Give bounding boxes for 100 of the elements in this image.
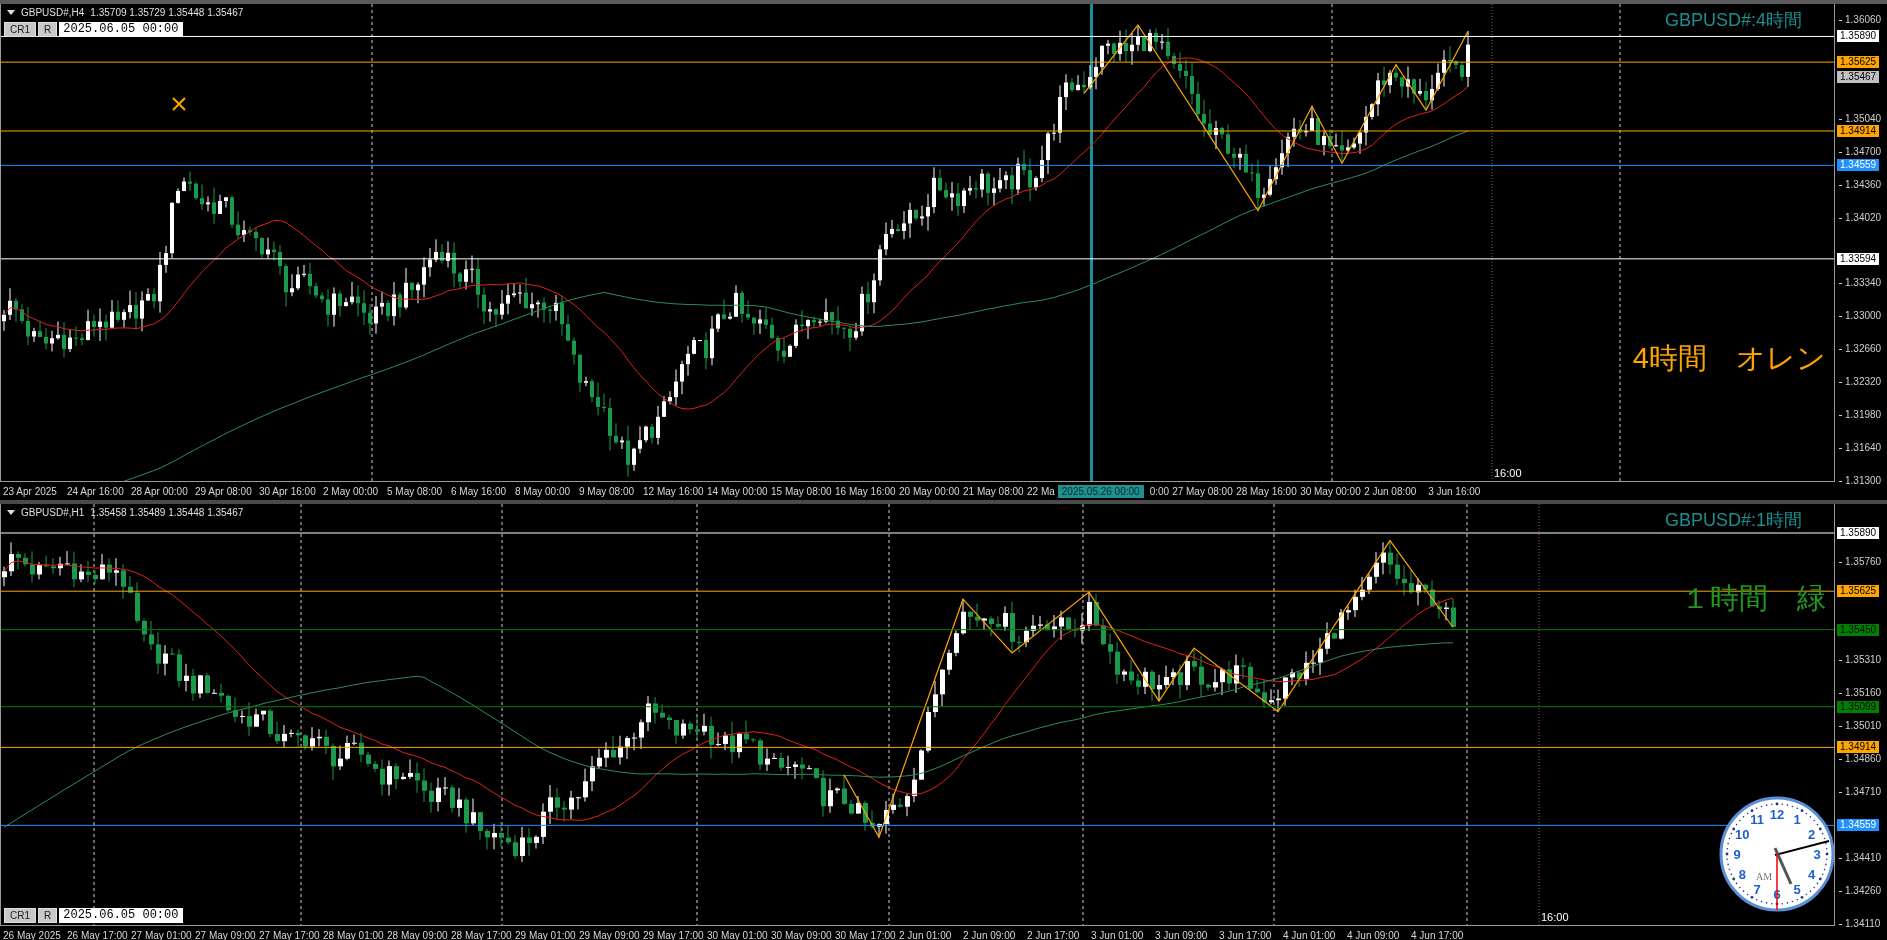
time-label: 26 May 2025 — [2, 929, 62, 940]
time-label: 29 May 09:00 — [578, 929, 640, 940]
time-label: 15 May 08:00 — [770, 485, 832, 497]
price-tick: 1.34860 — [1839, 753, 1882, 766]
price-tick: 1.35310 — [1839, 654, 1882, 667]
time-label: 3 Jun 17:00 — [1218, 929, 1273, 940]
time-label: 3 Jun 16:00 — [1427, 485, 1482, 497]
time-label: 2 Jun 09:00 — [962, 929, 1017, 940]
time-label: 2 Jun 01:00 — [898, 929, 953, 940]
price-tick: 1.36060 — [1839, 14, 1882, 26]
price-tick: 1.34710 — [1839, 786, 1882, 799]
time-label: 27 May 17:00 — [258, 929, 320, 940]
price-tick: 1.35010 — [1839, 720, 1882, 733]
time-label: 22 Ma — [1026, 485, 1055, 497]
time-label: 30 May 09:00 — [770, 929, 832, 940]
time-label: 26 May 17:00 — [66, 929, 128, 940]
price-tick: 1.33340 — [1839, 277, 1882, 290]
time-label: 2 May 00:00 — [322, 485, 380, 497]
time-label: 4 Jun 09:00 — [1346, 929, 1401, 940]
price-tick: 1.32320 — [1839, 376, 1882, 389]
clock-numeral: 10 — [1735, 827, 1750, 842]
time-label: 2 Jun 08:00 — [1363, 485, 1418, 497]
price-tick: 1.34410 — [1839, 852, 1882, 865]
price-line-label: 1.35625 — [1837, 56, 1880, 69]
clock-numeral: 3 — [1813, 847, 1821, 862]
cursor-time-label: 16:00 — [1494, 467, 1522, 479]
price-tick: 1.32660 — [1839, 343, 1882, 356]
chart-title: GBPUSD#:1時間 — [1662, 510, 1804, 530]
chart-toggle-button[interactable]: R — [38, 22, 58, 37]
price-tick: 1.34260 — [1839, 885, 1882, 898]
chart-toggle-button[interactable]: CR1 — [4, 22, 36, 37]
time-label: 16 May 16:00 — [834, 485, 896, 497]
time-label: 29 May 01:00 — [514, 929, 576, 940]
time-label: 28 May 09:00 — [386, 929, 448, 940]
clock-numeral: 12 — [1769, 807, 1785, 822]
date-field[interactable]: 2025.06.05 00:00 — [59, 908, 184, 923]
chart-toggle-button[interactable]: CR1 — [4, 908, 36, 923]
chart-toggle-button[interactable]: R — [38, 908, 58, 923]
price-tick: 1.35160 — [1839, 687, 1882, 700]
time-label: 12 May 16:00 — [642, 485, 704, 497]
time-label: 2 Jun 17:00 — [1026, 929, 1081, 940]
time-label: 27 May 01:00 — [130, 929, 192, 940]
time-label: 4 Jun 01:00 — [1282, 929, 1337, 940]
time-label: 3 Jun 09:00 — [1154, 929, 1209, 940]
clock-numeral: 7 — [1753, 881, 1761, 897]
price-tick: 1.31980 — [1839, 409, 1882, 422]
price-line-label: 1.35625 — [1837, 585, 1880, 598]
price-tick: 1.31640 — [1839, 442, 1882, 455]
date-field[interactable]: 2025.06.05 00:00 — [59, 22, 184, 37]
time-label: 28 Apr 00:00 — [130, 485, 189, 497]
price-tick: 1.35760 — [1839, 555, 1882, 568]
symbol-label: GBPUSD#,H1 — [21, 507, 85, 518]
price-line-label: 1.35450 — [1837, 623, 1880, 636]
chart-note: 4時間 オレン — [1632, 341, 1826, 376]
collapse-caret-icon[interactable] — [7, 10, 15, 15]
clock-numeral: 4 — [1808, 867, 1816, 882]
symbol-label: GBPUSD#,H4 — [21, 7, 85, 18]
cursor-time-label: 16:00 — [1541, 911, 1569, 923]
time-label: 6 May 16:00 — [450, 485, 508, 497]
time-label: 5 May 08:00 — [386, 485, 444, 497]
clock-hands-icon — [1773, 840, 1830, 911]
price-line-label: 1.35890 — [1837, 30, 1880, 43]
price-line-label: 1.33594 — [1837, 252, 1880, 265]
clock-numeral: 5 — [1793, 881, 1801, 897]
time-label: 21 May 08:00 — [962, 485, 1024, 497]
clock-numeral: 8 — [1738, 867, 1746, 882]
price-line-label: 1.34914 — [1837, 741, 1880, 754]
clock-numeral: 9 — [1733, 847, 1741, 862]
time-label: 27 May 09:00 — [194, 929, 256, 940]
time-label: 30 May 01:00 — [706, 929, 768, 940]
price-tick: 1.34360 — [1839, 178, 1882, 191]
price-line-label: 1.34559 — [1837, 159, 1880, 172]
price-line-label: 1.35890 — [1837, 527, 1880, 539]
time-label: 27 May 08:00 — [1171, 485, 1234, 497]
collapse-caret-icon[interactable] — [7, 510, 15, 515]
price-line-label: 1.35467 — [1837, 71, 1880, 84]
clock-period: AM — [1755, 871, 1773, 882]
price-tick: 1.34110 — [1839, 918, 1881, 930]
time-label: 23 Apr 2025 — [2, 485, 58, 497]
time-label: 8 May 00:00 — [514, 485, 572, 497]
time-label: 14 May 00:00 — [706, 485, 768, 497]
time-label: 29 Apr 08:00 — [194, 485, 253, 497]
chart-note: １時間 緑 — [1681, 581, 1826, 616]
clock-numeral: 11 — [1750, 812, 1764, 828]
price-tick: 1.33000 — [1839, 310, 1882, 323]
chart-title: GBPUSD#:4時間 — [1662, 10, 1804, 30]
time-label: 20 May 00:00 — [898, 485, 960, 497]
time-label: 28 May 16:00 — [1235, 485, 1298, 497]
time-label: 29 May 17:00 — [642, 929, 704, 940]
time-label: 28 May 01:00 — [322, 929, 384, 940]
time-label: 9 May 08:00 — [578, 485, 636, 497]
clock-numeral: 1 — [1793, 812, 1801, 828]
time-label: 30 May 17:00 — [834, 929, 896, 940]
time-label: 30 May 00:00 — [1299, 485, 1362, 497]
ohlc-quotes: 1.35458 1.35489 1.35448 1.35467 — [90, 507, 244, 518]
price-line-label: 1.34559 — [1837, 819, 1880, 832]
time-label: 30 Apr 16:00 — [258, 485, 317, 497]
price-tick: 1.31300 — [1839, 475, 1882, 487]
time-label: 28 May 17:00 — [450, 929, 512, 940]
price-tick: 1.34700 — [1839, 145, 1882, 158]
